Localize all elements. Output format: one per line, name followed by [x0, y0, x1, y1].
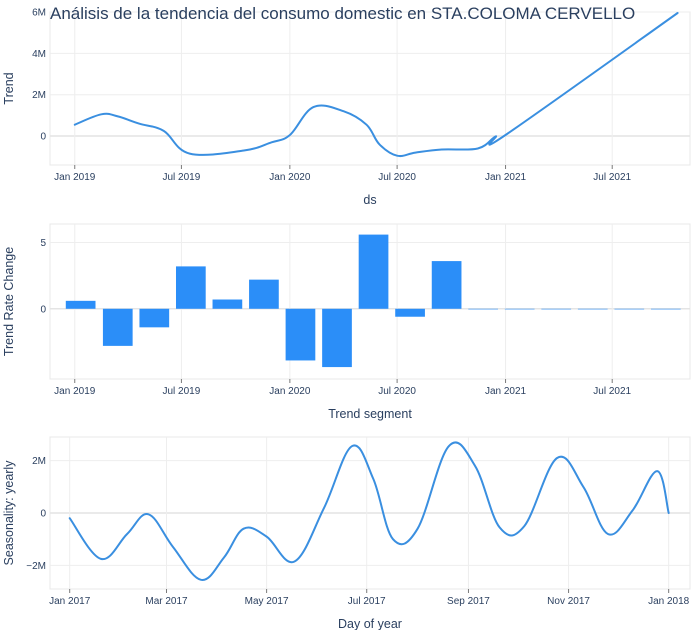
- y-tick-label: 5: [40, 238, 46, 249]
- panel-3: −2M 0 2M Jan 2017 Mar 2017 May 2017 Jul 2017 Se…: [2, 436, 691, 630]
- x-tick-label: Jul 2017: [348, 596, 386, 607]
- y-axis-title: Seasonality: yearly: [2, 460, 16, 566]
- bar: [175, 266, 206, 309]
- x-axis-title: Day of year: [338, 617, 402, 630]
- y-axis-title: Trend: [2, 72, 16, 104]
- bar: [541, 308, 572, 310]
- y-axis-title: Trend Rate Change: [2, 247, 16, 356]
- bar: [212, 299, 243, 309]
- y-tick-label: 2M: [32, 456, 46, 467]
- x-axis-title: Trend segment: [328, 407, 412, 421]
- x-axis-title: ds: [363, 193, 376, 207]
- bar: [322, 308, 352, 368]
- y-tick-label: 6M: [32, 8, 46, 19]
- y-tick-label: 0: [40, 509, 46, 520]
- y-tick-label: 0: [40, 132, 46, 143]
- y-tick-label: −2M: [26, 561, 46, 572]
- x-tick-label: Jan 2020: [269, 172, 311, 183]
- bar: [358, 234, 389, 309]
- y-tick-label: 0: [40, 304, 46, 315]
- x-tick-label: Jan 2019: [54, 172, 96, 183]
- bar: [431, 261, 462, 309]
- x-tick-label: Sep 2017: [447, 596, 490, 607]
- bar: [577, 308, 608, 310]
- panel-2: 0 5 Jan 2019 Jul 2019 Jan 2020 Jul 2020 Jan 20…: [2, 223, 691, 421]
- x-tick-label: Jul 2020: [378, 172, 416, 183]
- bar: [468, 308, 498, 310]
- x-tick-label: Jul 2021: [593, 386, 631, 397]
- x-tick-label: Nov 2017: [547, 596, 590, 607]
- x-tick-label: Jan 2020: [269, 386, 311, 397]
- chart-title: Análisis de la tendencia del consumo dom…: [50, 4, 635, 23]
- bar: [650, 308, 681, 310]
- x-tick-label: May 2017: [245, 596, 289, 607]
- bar: [614, 308, 645, 310]
- y-tick-label: 4M: [32, 49, 46, 60]
- plot-area: [49, 11, 691, 166]
- x-tick-label: Jul 2021: [593, 172, 631, 183]
- y-tick-label: 2M: [32, 90, 46, 101]
- x-tick-label: Jul 2020: [378, 386, 416, 397]
- bar: [395, 308, 425, 317]
- bar: [65, 300, 96, 309]
- bar: [285, 308, 316, 361]
- x-tick-label: Jan 2021: [485, 172, 527, 183]
- x-tick-label: Jul 2019: [163, 172, 201, 183]
- x-tick-label: Mar 2017: [145, 596, 188, 607]
- chart-canvas: 0 2M 4M 6M Jan 2019 Jul 2019 Jan 2020 Jul 2020 J…: [2, 4, 691, 630]
- bar: [139, 308, 170, 328]
- x-tick-label: Jan 2019: [54, 386, 96, 397]
- bar: [102, 308, 133, 346]
- bar: [249, 279, 279, 309]
- x-tick-label: Jul 2019: [163, 386, 201, 397]
- x-tick-label: Jan 2021: [485, 386, 527, 397]
- x-tick-label: Jan 2018: [648, 596, 690, 607]
- panel-1: 0 2M 4M 6M Jan 2019 Jul 2019 Jan 2020 Jul 2020 J…: [2, 8, 691, 207]
- x-tick-label: Jan 2017: [49, 596, 91, 607]
- bar: [504, 308, 535, 310]
